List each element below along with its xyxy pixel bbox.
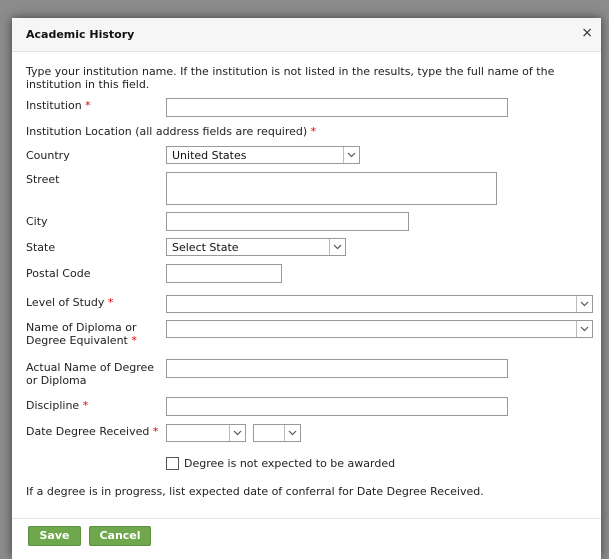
level-of-study-label-text: Level of Study <box>26 296 105 309</box>
institution-input[interactable] <box>166 98 508 117</box>
close-icon[interactable]: × <box>581 26 593 40</box>
required-marker: * <box>85 99 91 112</box>
academic-history-dialog: Academic History × Type your institution… <box>12 18 601 559</box>
city-input[interactable] <box>166 212 409 231</box>
date-received-label-text: Date Degree Received <box>26 425 150 438</box>
city-label: City <box>26 215 48 228</box>
chevron-down-icon <box>576 321 592 337</box>
discipline-label-text: Discipline <box>26 399 80 412</box>
actual-degree-name-label-line2: or Diploma <box>26 374 87 387</box>
level-of-study-select[interactable] <box>166 295 593 313</box>
location-label-text: Institution Location (all address fields… <box>26 125 308 138</box>
in-progress-note: If a degree is in progress, list expecte… <box>26 485 484 498</box>
dialog-footer: Save Cancel <box>12 518 601 559</box>
institution-label-text: Institution <box>26 99 82 112</box>
required-marker: * <box>82 399 89 412</box>
save-button[interactable]: Save <box>28 526 81 546</box>
discipline-label: Discipline * <box>26 399 88 412</box>
dialog-titlebar: Academic History × <box>12 18 601 52</box>
street-label: Street <box>26 173 60 186</box>
chevron-down-icon <box>576 296 592 312</box>
chevron-down-icon <box>329 239 345 255</box>
not-expected-checkbox[interactable] <box>166 457 179 470</box>
required-marker: * <box>310 125 317 138</box>
actual-degree-name-label-line1: Actual Name of Degree <box>26 361 155 374</box>
required-marker: * <box>152 425 159 438</box>
dialog-title: Academic History <box>26 28 135 41</box>
actual-degree-name-label: Actual Name of Degree or Diploma <box>26 361 154 387</box>
diploma-name-label-line1: Name of Diploma or <box>26 321 137 334</box>
state-select-value: Select State <box>172 241 239 254</box>
discipline-input[interactable] <box>166 397 508 416</box>
diploma-name-label-line2: Degree Equivalent * <box>26 334 137 347</box>
location-label: Institution Location (all address fields… <box>26 125 316 138</box>
intro-text: Type your institution name. If the insti… <box>26 65 555 91</box>
institution-label: Institution * <box>26 99 91 112</box>
level-of-study-label: Level of Study * <box>26 296 113 309</box>
diploma-name-select[interactable] <box>166 320 593 338</box>
state-label: State <box>26 241 56 254</box>
country-label: Country <box>26 149 70 162</box>
street-textarea[interactable] <box>166 172 497 205</box>
chevron-down-icon <box>343 147 359 163</box>
date-month-select[interactable] <box>166 424 246 442</box>
chevron-down-icon <box>284 425 300 441</box>
cancel-button[interactable]: Cancel <box>89 526 151 546</box>
country-select-value: United States <box>172 149 247 162</box>
state-select[interactable]: Select State <box>166 238 346 256</box>
not-expected-label: Degree is not expected to be awarded <box>184 457 396 470</box>
required-marker: * <box>107 296 114 309</box>
required-marker: * <box>131 334 137 347</box>
postal-code-input[interactable] <box>166 264 282 283</box>
diploma-name-label: Name of Diploma or Degree Equivalent * <box>26 321 137 347</box>
country-select[interactable]: United States <box>166 146 360 164</box>
actual-degree-name-input[interactable] <box>166 359 508 378</box>
date-received-label: Date Degree Received * <box>26 425 158 438</box>
postal-code-label: Postal Code <box>26 267 91 280</box>
date-year-select[interactable] <box>253 424 301 442</box>
chevron-down-icon <box>229 425 245 441</box>
